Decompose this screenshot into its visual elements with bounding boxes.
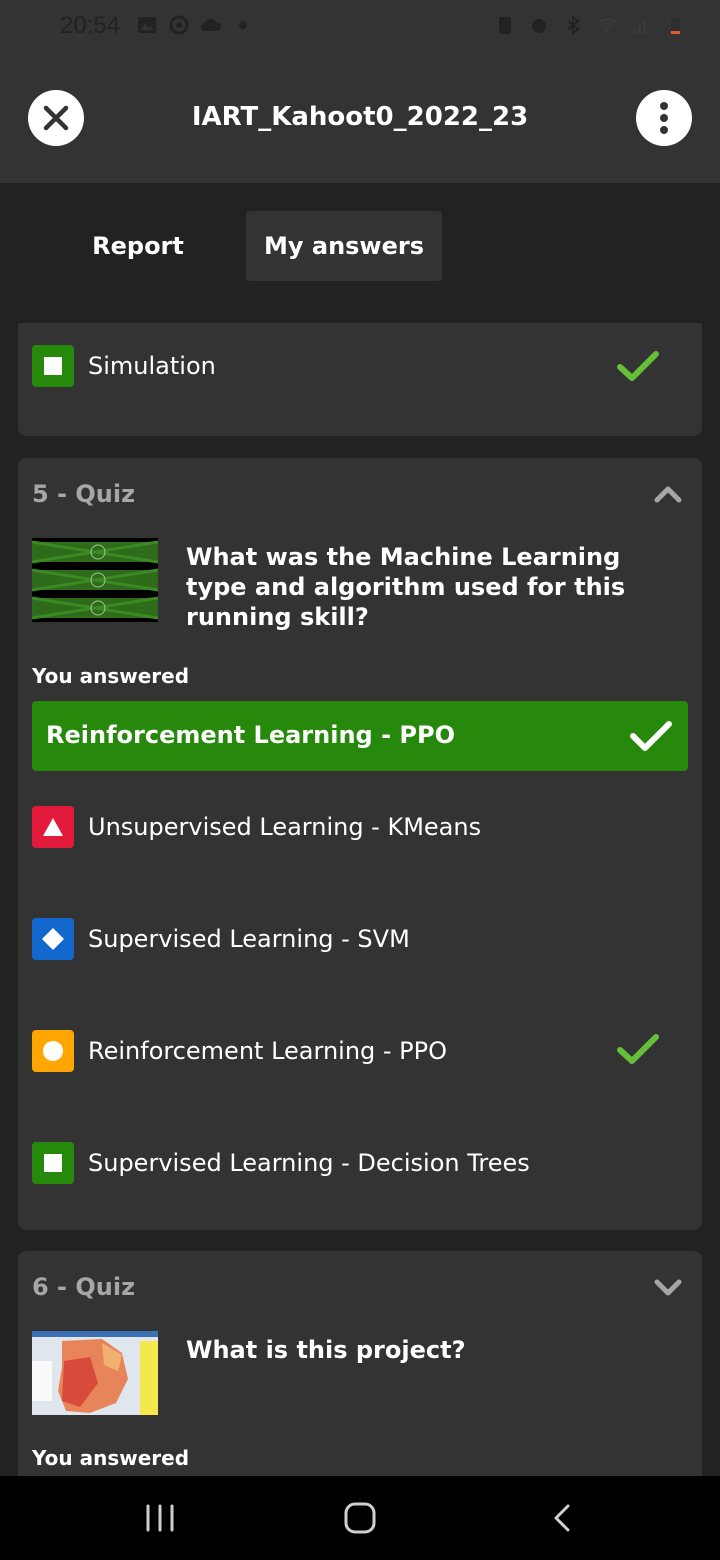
check-icon bbox=[617, 1034, 659, 1064]
running-field-image bbox=[32, 538, 158, 622]
quiz-heading: 5 - Quiz bbox=[32, 480, 136, 508]
answer-option: Reinforcement Learning - PPO bbox=[32, 1030, 447, 1072]
answer-option: Simulation bbox=[32, 345, 216, 387]
signal-icon bbox=[633, 21, 646, 34]
you-answered-label: You answered bbox=[32, 664, 190, 688]
alarm-icon bbox=[532, 19, 546, 33]
diamond-icon bbox=[42, 928, 64, 950]
triangle-shape bbox=[32, 806, 74, 848]
quiz-card-6: 6 - Quiz What is this project? You answe… bbox=[18, 1251, 702, 1476]
more-vertical-icon bbox=[660, 102, 668, 134]
square-shape bbox=[32, 345, 74, 387]
status-bar: 20:54 bbox=[0, 0, 720, 56]
square-icon bbox=[44, 1154, 62, 1172]
question-text: What is this project? bbox=[186, 1336, 466, 1364]
check-icon bbox=[617, 351, 659, 381]
answer-option: Supervised Learning - SVM bbox=[32, 918, 410, 960]
quiz-heading: 6 - Quiz bbox=[32, 1273, 136, 1301]
chevron-up-icon[interactable] bbox=[654, 484, 682, 504]
chevron-down-icon[interactable] bbox=[654, 1277, 682, 1297]
home-icon[interactable] bbox=[342, 1500, 378, 1536]
project-map-image bbox=[32, 1331, 158, 1415]
status-time: 20:54 bbox=[60, 12, 121, 39]
cloud-icon bbox=[201, 18, 222, 31]
answer-option-label: Unsupervised Learning - KMeans bbox=[88, 813, 482, 841]
more-options-button[interactable] bbox=[636, 90, 692, 146]
answer-option: Unsupervised Learning - KMeans bbox=[32, 806, 481, 848]
app-screen: 20:54 IART_Kahoot0_2022_23 Report My ans… bbox=[0, 0, 720, 1560]
gallery-icon bbox=[138, 17, 156, 33]
page-title: IART_Kahoot0_2022_23 bbox=[191, 102, 529, 132]
close-button[interactable] bbox=[28, 90, 84, 146]
selected-answer-text: Reinforcement Learning - PPO bbox=[46, 721, 455, 749]
tab-bar: Report My answers bbox=[0, 183, 720, 323]
wifi-icon bbox=[597, 18, 617, 34]
answer-option: Supervised Learning - Decision Trees bbox=[32, 1142, 530, 1184]
system-nav-bar bbox=[0, 1476, 720, 1560]
triangle-icon bbox=[43, 818, 63, 836]
sync-icon bbox=[169, 15, 189, 35]
header-area: 20:54 IART_Kahoot0_2022_23 bbox=[0, 0, 720, 183]
back-icon[interactable] bbox=[548, 1502, 578, 1534]
quiz-card-5: 5 - Quiz What was the Machine Learning t… bbox=[18, 458, 702, 1230]
bluetooth-icon bbox=[567, 14, 580, 36]
tab-my-answers[interactable]: My answers bbox=[246, 211, 442, 281]
selected-answer: Reinforcement Learning - PPO bbox=[32, 701, 688, 771]
circle-shape bbox=[32, 1030, 74, 1072]
check-icon bbox=[630, 721, 672, 751]
square-shape bbox=[32, 1142, 74, 1184]
answer-option-label: Reinforcement Learning - PPO bbox=[88, 1037, 448, 1065]
battery-icon bbox=[671, 17, 680, 34]
close-icon bbox=[43, 105, 69, 131]
quiz-card-previous: Simulation bbox=[18, 323, 702, 436]
answer-option-label: Simulation bbox=[88, 352, 216, 380]
question-thumbnail bbox=[32, 538, 158, 622]
battery-saver-icon bbox=[499, 17, 511, 34]
tab-report[interactable]: Report bbox=[74, 211, 202, 281]
you-answered-label: You answered bbox=[32, 1446, 190, 1470]
question-text: What was the Machine Learning type and a… bbox=[186, 543, 626, 631]
recent-apps-icon[interactable] bbox=[142, 1502, 178, 1534]
dot-icon bbox=[239, 21, 247, 29]
answer-option-label: Supervised Learning - SVM bbox=[88, 925, 410, 953]
answer-option-label: Supervised Learning - Decision Trees bbox=[88, 1149, 530, 1177]
question-thumbnail bbox=[32, 1331, 158, 1415]
circle-icon bbox=[43, 1041, 63, 1061]
answers-list[interactable]: Simulation 5 - Quiz What was the Machine… bbox=[0, 323, 720, 1476]
diamond-shape bbox=[32, 918, 74, 960]
square-icon bbox=[44, 357, 62, 375]
